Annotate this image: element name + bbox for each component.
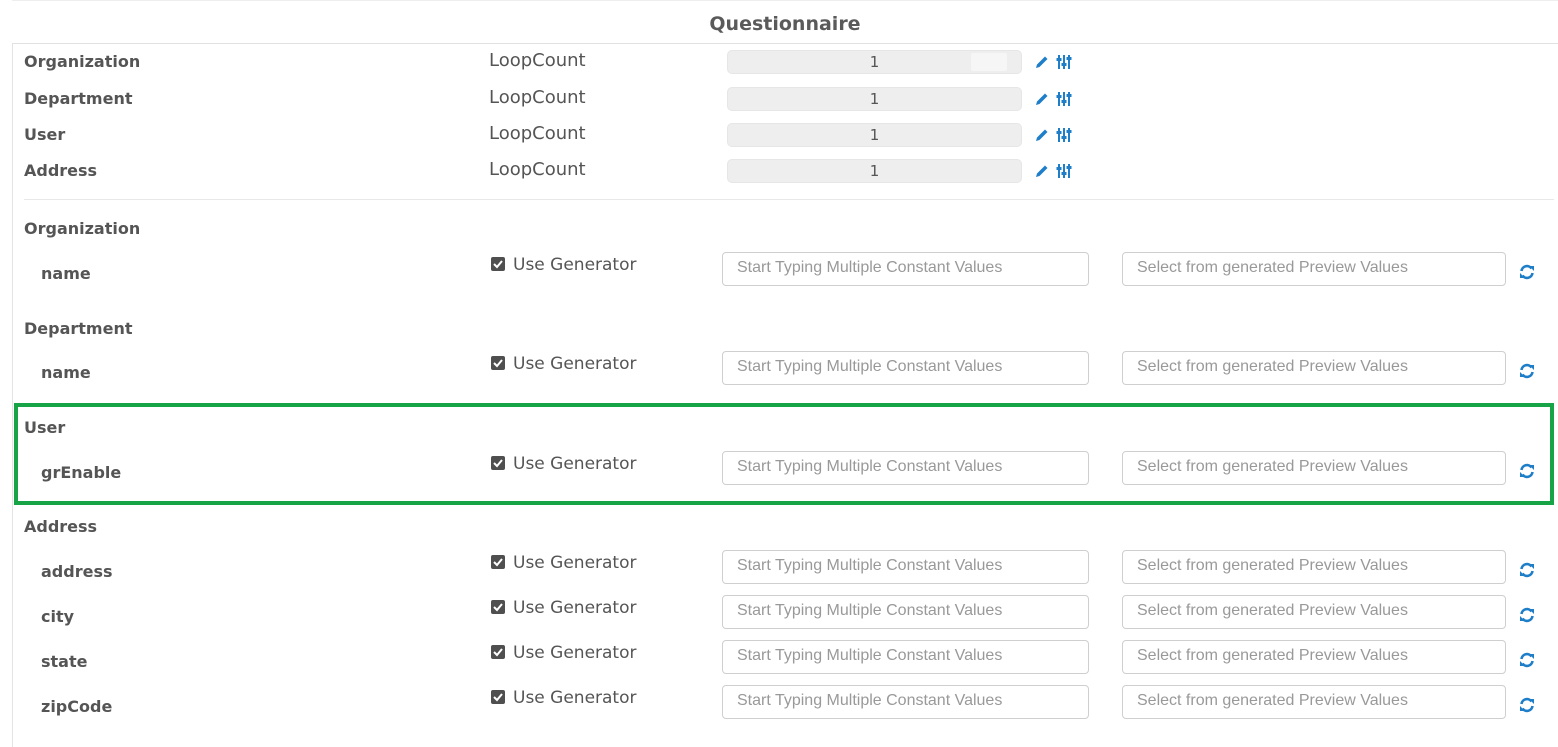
field-row-address-state: state Use Generator Start Typing Multipl…	[24, 640, 1554, 677]
loop-count-value: 1	[869, 162, 880, 180]
pencil-icon[interactable]	[1034, 54, 1050, 70]
loop-count-value: 1	[869, 90, 880, 108]
loop-count-input[interactable]: 1	[727, 87, 1022, 111]
panel-border	[12, 43, 13, 747]
field-name: city	[41, 607, 75, 626]
use-generator-checkbox[interactable]	[491, 555, 505, 569]
refresh-icon[interactable]	[1518, 696, 1536, 714]
use-generator-checkbox[interactable]	[491, 645, 505, 659]
pencil-icon[interactable]	[1034, 91, 1050, 107]
loop-count-label: LoopCount	[489, 123, 586, 144]
sliders-icon[interactable]	[1056, 54, 1072, 70]
sliders-icon[interactable]	[1056, 163, 1072, 179]
use-generator-checkbox[interactable]	[491, 456, 505, 470]
group-label-address: Address	[24, 517, 98, 536]
use-generator-label: Use Generator	[513, 688, 637, 708]
constant-values-input[interactable]: Start Typing Multiple Constant Values	[722, 640, 1089, 674]
use-generator-checkbox[interactable]	[491, 690, 505, 704]
constant-values-input[interactable]: Start Typing Multiple Constant Values	[722, 252, 1089, 286]
field-row-user-grenable: grEnable Use Generator Start Typing Mult…	[24, 451, 1554, 488]
loop-count-label: LoopCount	[489, 87, 586, 108]
loop-row-user: User LoopCount 1	[24, 122, 1124, 150]
field-name: grEnable	[41, 463, 122, 482]
section-divider	[24, 199, 1554, 200]
loop-count-label: LoopCount	[489, 159, 586, 180]
field-name: state	[41, 652, 88, 671]
refresh-icon[interactable]	[1518, 462, 1536, 480]
preview-values-select[interactable]: Select from generated Preview Values	[1122, 595, 1506, 629]
sliders-icon[interactable]	[1056, 127, 1072, 143]
use-generator-checkbox[interactable]	[491, 600, 505, 614]
preview-values-select[interactable]: Select from generated Preview Values	[1122, 252, 1506, 286]
field-name: name	[41, 264, 91, 283]
use-generator-checkbox[interactable]	[491, 356, 505, 370]
preview-values-select[interactable]: Select from generated Preview Values	[1122, 640, 1506, 674]
field-row-address-city: city Use Generator Start Typing Multiple…	[24, 595, 1554, 632]
constant-values-input[interactable]: Start Typing Multiple Constant Values	[722, 595, 1089, 629]
loop-row-organization: Organization LoopCount 1	[24, 49, 1124, 77]
field-name: name	[41, 363, 91, 382]
loop-count-input[interactable]: 1	[727, 159, 1022, 183]
preview-values-select[interactable]: Select from generated Preview Values	[1122, 351, 1506, 385]
questionnaire-header: Questionnaire	[12, 0, 1558, 44]
loop-entity-label: User	[24, 125, 66, 144]
constant-values-input[interactable]: Start Typing Multiple Constant Values	[722, 550, 1089, 584]
loop-entity-label: Department	[24, 89, 133, 108]
refresh-icon[interactable]	[1518, 263, 1536, 281]
pencil-icon[interactable]	[1034, 127, 1050, 143]
field-row-address-address: address Use Generator Start Typing Multi…	[24, 550, 1554, 587]
use-generator-checkbox[interactable]	[491, 257, 505, 271]
sliders-icon[interactable]	[1056, 91, 1072, 107]
field-row-organization-name: name Use Generator Start Typing Multiple…	[24, 252, 1554, 289]
use-generator-label: Use Generator	[513, 454, 637, 474]
field-name: address	[41, 562, 113, 581]
loop-row-department: Department LoopCount 1	[24, 86, 1124, 114]
constant-values-input[interactable]: Start Typing Multiple Constant Values	[722, 351, 1089, 385]
loop-count-value: 1	[869, 53, 880, 71]
preview-values-select[interactable]: Select from generated Preview Values	[1122, 451, 1506, 485]
pencil-icon[interactable]	[1034, 163, 1050, 179]
use-generator-label: Use Generator	[513, 354, 637, 374]
use-generator-label: Use Generator	[513, 598, 637, 618]
group-label-organization: Organization	[24, 219, 141, 238]
field-row-department-name: name Use Generator Start Typing Multiple…	[24, 351, 1554, 388]
use-generator-label: Use Generator	[513, 553, 637, 573]
loop-entity-label: Address	[24, 161, 98, 180]
refresh-icon[interactable]	[1518, 561, 1536, 579]
loop-entity-label: Organization	[24, 52, 141, 71]
page-title: Questionnaire	[709, 13, 861, 35]
loop-count-input[interactable]: 1	[727, 123, 1022, 147]
loop-row-address: Address LoopCount 1	[24, 158, 1124, 186]
group-label-user: User	[24, 418, 66, 437]
constant-values-input[interactable]: Start Typing Multiple Constant Values	[722, 451, 1089, 485]
refresh-icon[interactable]	[1518, 362, 1536, 380]
field-row-address-zipcode: zipCode Use Generator Start Typing Multi…	[24, 685, 1554, 722]
refresh-icon[interactable]	[1518, 606, 1536, 624]
preview-values-select[interactable]: Select from generated Preview Values	[1122, 685, 1506, 719]
refresh-icon[interactable]	[1518, 651, 1536, 669]
input-scroll-thumb	[971, 53, 1007, 71]
constant-values-input[interactable]: Start Typing Multiple Constant Values	[722, 685, 1089, 719]
loop-count-label: LoopCount	[489, 50, 586, 71]
loop-count-value: 1	[869, 126, 880, 144]
use-generator-label: Use Generator	[513, 255, 637, 275]
use-generator-label: Use Generator	[513, 643, 637, 663]
group-label-department: Department	[24, 319, 133, 338]
loop-count-input[interactable]: 1	[727, 50, 1022, 74]
field-name: zipCode	[41, 697, 113, 716]
preview-values-select[interactable]: Select from generated Preview Values	[1122, 550, 1506, 584]
